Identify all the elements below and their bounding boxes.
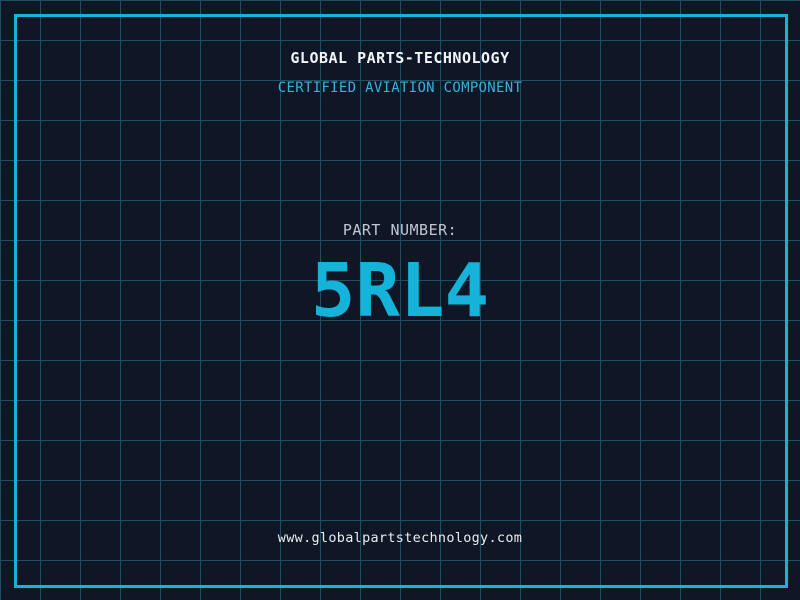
website-url: www.globalpartstechnology.com [277, 530, 523, 546]
company-name: GLOBAL PARTS-TECHNOLOGY [290, 49, 510, 67]
certificate-card: GLOBAL PARTS-TECHNOLOGY CERTIFIED AVIATI… [0, 0, 800, 600]
part-number-label: PART NUMBER: [342, 221, 458, 239]
certification-subtitle: CERTIFIED AVIATION COMPONENT [277, 80, 523, 96]
part-number-value: 5RL4 [310, 248, 490, 334]
